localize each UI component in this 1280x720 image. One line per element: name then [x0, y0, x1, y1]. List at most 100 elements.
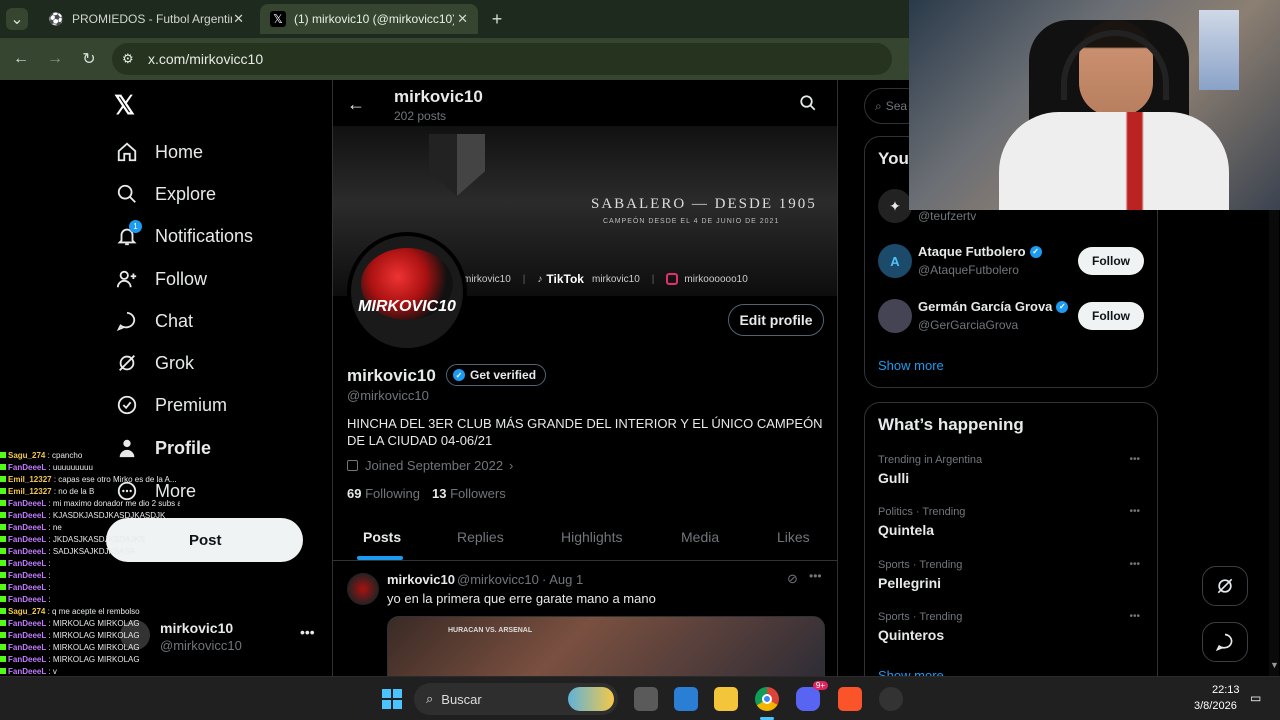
- tab-replies[interactable]: Replies: [457, 514, 504, 560]
- chat-username: Emil_12327: [8, 487, 52, 496]
- notification-center-icon[interactable]: ▭: [1250, 691, 1261, 705]
- url-field[interactable]: ⚙ x.com/mirkovicc10: [112, 43, 892, 75]
- chat-text: capas ese otro Mirko es de la A...: [58, 475, 177, 484]
- chevron-right-icon: ›: [509, 458, 514, 473]
- new-tab-plus-icon[interactable]: +: [486, 8, 508, 30]
- chat-username: FanDeeeL: [8, 571, 47, 580]
- chat-badge-icon: [0, 488, 6, 494]
- profile-column: ← mirkovic10 202 posts SABALERO — DESDE …: [332, 80, 838, 676]
- tweet-time: · Aug 1: [542, 572, 584, 587]
- windows-taskbar: ⌕ Buscar 9+ 22:13 3/8/2026 ▭: [0, 676, 1280, 720]
- grok-floating-button[interactable]: [1202, 566, 1248, 606]
- search-icon[interactable]: [799, 94, 817, 117]
- windows-start-icon[interactable]: [380, 687, 404, 711]
- site-settings-icon[interactable]: ⚙: [122, 51, 134, 67]
- taskbar-search[interactable]: ⌕ Buscar: [414, 683, 618, 715]
- more-dots-icon[interactable]: •••: [809, 569, 822, 583]
- back-arrow-icon[interactable]: ←: [10, 48, 32, 70]
- chat-message: FanDeeeL : JKDASJKASDJKSDAJKS: [0, 534, 180, 546]
- discord-icon[interactable]: 9+: [796, 681, 828, 711]
- more-dots-icon[interactable]: •••: [1129, 506, 1140, 517]
- tab-list-chevron-icon[interactable]: ⌄: [6, 8, 28, 30]
- brave-icon[interactable]: [838, 687, 862, 711]
- suggestion-handle: @AtaqueFutbolero: [918, 263, 1019, 277]
- tab-media[interactable]: Media: [681, 514, 719, 560]
- store-icon[interactable]: [674, 687, 698, 711]
- sidebar-item-follow[interactable]: Follow: [112, 261, 207, 297]
- chat-username: FanDeeeL: [8, 547, 47, 556]
- forward-arrow-icon[interactable]: →: [44, 48, 66, 70]
- tab-x-profile[interactable]: 𝕏 (1) mirkovic10 (@mirkovicc10) / ✕: [260, 4, 478, 34]
- reload-icon[interactable]: ↻: [78, 48, 100, 70]
- sidebar-item-chat[interactable]: Chat: [112, 303, 193, 339]
- back-arrow-icon[interactable]: ←: [347, 94, 365, 115]
- profile-handle: @mirkovicc10: [347, 388, 429, 403]
- tweet-media[interactable]: HURACAN VS. ARSENAL: [387, 616, 825, 676]
- tweet[interactable]: mirkovic10 @mirkovicc10 · Aug 1 ⊘ ••• yo…: [333, 561, 837, 676]
- chat-badge-icon: [0, 584, 6, 590]
- chat-message: FanDeeeL :: [0, 570, 180, 582]
- get-verified-button[interactable]: ✓ Get verified: [446, 364, 547, 386]
- avatar: ✦: [878, 189, 912, 223]
- follow-button[interactable]: Follow: [1078, 247, 1144, 275]
- obs-icon[interactable]: [879, 687, 903, 711]
- more-dots-icon[interactable]: •••: [1129, 559, 1140, 570]
- messages-floating-button[interactable]: [1202, 622, 1248, 662]
- chat-text: uuuuuuuuu: [52, 463, 93, 472]
- avatar: A: [878, 244, 912, 278]
- show-more-link[interactable]: Show more: [878, 358, 944, 373]
- tab-title: PROMIEDOS - Futbol Argentino: [72, 12, 232, 26]
- chat-text: v: [52, 667, 57, 676]
- sidebar-item-home[interactable]: Home: [112, 134, 203, 170]
- chat-text: MIRKOLAG MIRKOLAG: [52, 655, 140, 664]
- task-view-icon[interactable]: [634, 687, 658, 711]
- close-icon[interactable]: ✕: [233, 11, 244, 27]
- file-explorer-icon[interactable]: [714, 687, 738, 711]
- search-icon: ⌕: [426, 691, 434, 706]
- more-dots-icon[interactable]: •••: [1129, 611, 1140, 622]
- more-dots-icon[interactable]: •••: [300, 624, 315, 640]
- tab-highlights[interactable]: Highlights: [561, 514, 622, 560]
- chat-username: Sagu_274: [8, 451, 46, 460]
- profile-avatar[interactable]: MIRKOVIC10: [347, 232, 467, 352]
- trend-item[interactable]: Trending in Argentina Gulli •••: [878, 454, 1146, 486]
- suggestion-name: Ataque Futbolero ✓: [918, 244, 1042, 259]
- followers-link[interactable]: 13 Followers: [432, 486, 506, 501]
- banner-subtitle: CAMPEÓN DESDE EL 4 DE JUNIO DE 2021: [603, 218, 780, 225]
- whats-happening-card: What’s happening Trending in Argentina G…: [864, 402, 1158, 692]
- edit-profile-button[interactable]: Edit profile: [728, 304, 824, 336]
- discord-badge: 9+: [812, 681, 828, 690]
- sidebar-item-label: Explore: [155, 183, 217, 204]
- chat-text: MIRKOLAG MIRKOLAG: [52, 619, 140, 628]
- chat-badge-icon: [0, 572, 6, 578]
- tab-posts[interactable]: Posts: [363, 514, 401, 560]
- chat-message: FanDeeeL : MIRKOLAG MIRKOLAG: [0, 618, 180, 630]
- webcam-overlay: [909, 0, 1280, 210]
- scroll-down-arrow-icon[interactable]: ▼: [1270, 660, 1279, 670]
- chat-message: FanDeeeL : ne: [0, 522, 180, 534]
- streamer-shirt: [999, 112, 1229, 210]
- sidebar-item-grok[interactable]: Grok: [112, 345, 194, 381]
- chat-badge-icon: [0, 500, 6, 506]
- tab-likes[interactable]: Likes: [777, 514, 810, 560]
- sidebar-item-notifications[interactable]: 1 Notifications: [112, 218, 253, 254]
- tab-promiedos[interactable]: ⚽ PROMIEDOS - Futbol Argentino ✕: [38, 4, 254, 34]
- follow-button[interactable]: Follow: [1078, 302, 1144, 330]
- close-icon[interactable]: ✕: [457, 11, 468, 27]
- chrome-icon[interactable]: [755, 687, 779, 711]
- clock-time: 22:13: [1212, 684, 1240, 696]
- chat-text: no de la B: [58, 487, 95, 496]
- grok-icon[interactable]: ⊘: [787, 571, 798, 587]
- x-logo-icon: 𝕏: [270, 11, 286, 27]
- trend-item[interactable]: Sports · Trending Pellegrini •••: [878, 559, 1146, 591]
- more-dots-icon[interactable]: •••: [1129, 454, 1140, 465]
- following-link[interactable]: 69 Following: [347, 486, 420, 501]
- sidebar-item-explore[interactable]: Explore: [112, 176, 216, 212]
- chat-text: SADJKSAJKDJKSASA: [52, 547, 136, 556]
- profile-name: mirkovic10: [347, 366, 436, 385]
- sidebar-item-premium[interactable]: Premium: [112, 387, 227, 423]
- trend-item[interactable]: Sports · Trending Quinteros •••: [878, 611, 1146, 643]
- x-logo-icon[interactable]: 𝕏: [114, 90, 135, 121]
- chat-text: MIRKOLAG MIRKOLAG: [52, 631, 140, 640]
- trend-item[interactable]: Politics · Trending Quintela •••: [878, 506, 1146, 538]
